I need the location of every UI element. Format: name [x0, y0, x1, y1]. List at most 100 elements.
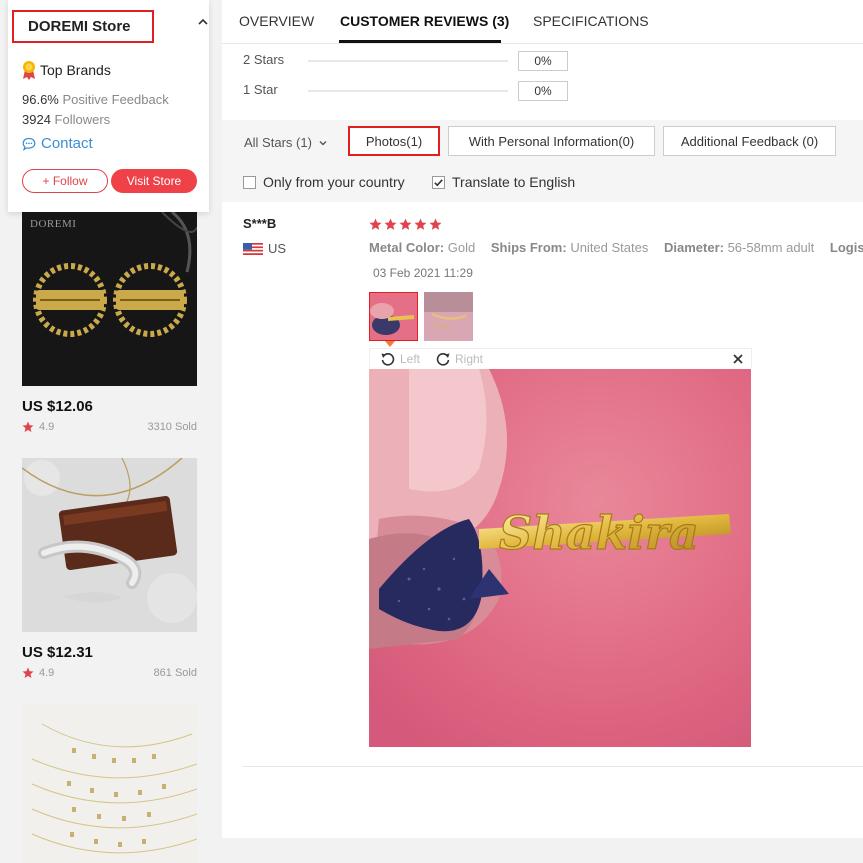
- star-breakdown-label: 1 Star: [243, 82, 278, 97]
- personal-info-filter-button[interactable]: With Personal Information(0): [448, 126, 655, 156]
- chevron-down-icon: [319, 140, 327, 145]
- star-icon: [22, 667, 34, 678]
- store-sidebar: DOREMI Store Top Brands 96.6% Positive F…: [0, 0, 210, 863]
- contact-link[interactable]: Contact: [22, 135, 93, 152]
- rotate-right-button[interactable]: Right: [435, 351, 483, 367]
- only-country-label: Only from your country: [263, 174, 405, 190]
- product-card[interactable]: [22, 704, 197, 863]
- star-breakdown-bar: [308, 60, 508, 62]
- checkbox-checked-icon[interactable]: [432, 175, 445, 189]
- visit-store-button[interactable]: Visit Store: [111, 169, 197, 193]
- thumbnail-image: [424, 292, 473, 341]
- product-detail-panel: OVERVIEW CUSTOMER REVIEWS (3) SPECIFICAT…: [222, 0, 863, 838]
- product-image[interactable]: DOREMI: [22, 212, 197, 386]
- close-icon[interactable]: [732, 353, 744, 365]
- additional-feedback-filter-button[interactable]: Additional Feedback (0): [663, 126, 836, 156]
- attr-value: Gold: [447, 240, 476, 255]
- product-price: US $12.06: [22, 398, 93, 415]
- translate-checkbox[interactable]: Translate to English: [432, 174, 575, 190]
- star-icon: [369, 218, 382, 230]
- product-sold: 3310 Sold: [147, 421, 197, 433]
- tab-bar: OVERVIEW CUSTOMER REVIEWS (3) SPECIFICAT…: [222, 0, 863, 44]
- review-filters: All Stars (1) Photos(1) With Personal In…: [222, 120, 863, 202]
- product-image[interactable]: [22, 704, 197, 863]
- followers-count: 3924 Followers: [22, 112, 110, 127]
- image-watermark: DOREMI: [30, 218, 77, 230]
- medal-icon: [23, 61, 35, 80]
- product-rating: 4.9: [22, 667, 54, 679]
- tab-overview[interactable]: OVERVIEW: [239, 13, 314, 29]
- name-bracelet-photo: Shakira: [369, 369, 751, 747]
- photo-viewer-toolbar: Left Right: [369, 348, 752, 368]
- star-breakdown-percent: 0%: [518, 51, 568, 71]
- product-card[interactable]: US $12.31 4.9 861 Sold: [22, 458, 197, 679]
- attr-key: Ships From:: [490, 240, 567, 255]
- reviewer-country: US: [243, 241, 286, 256]
- product-image[interactable]: [22, 458, 197, 632]
- followers-label: Followers: [54, 112, 111, 127]
- translate-label: Translate to English: [452, 174, 576, 190]
- contact-label: Contact: [41, 135, 93, 152]
- review-photo-thumbnail[interactable]: [369, 292, 418, 341]
- photos-filter-button[interactable]: Photos(1): [348, 126, 440, 156]
- star-icon: [429, 218, 442, 230]
- attr-key: Logisti: [829, 240, 863, 255]
- chat-icon: [22, 137, 36, 151]
- rotate-right-label: Right: [455, 352, 484, 366]
- page-root: DOREMI Store Top Brands 96.6% Positive F…: [0, 0, 863, 863]
- chevron-up-icon[interactable]: [196, 15, 210, 29]
- top-brands-badge: Top Brands: [22, 60, 111, 80]
- tab-customer-reviews[interactable]: CUSTOMER REVIEWS (3): [340, 13, 509, 29]
- product-meta: 4.9 3310 Sold: [22, 421, 197, 433]
- review-photo-thumbnail[interactable]: [424, 292, 473, 341]
- checkbox-unchecked[interactable]: [243, 175, 256, 189]
- hoop-earrings-image: [22, 212, 197, 386]
- only-country-checkbox[interactable]: Only from your country: [243, 174, 405, 190]
- country-code: US: [268, 241, 287, 256]
- store-name[interactable]: DOREMI Store: [12, 10, 154, 43]
- rotate-left-label: Left: [400, 352, 421, 366]
- attr-key: Diameter:: [663, 240, 724, 255]
- review-star-rating: [369, 218, 442, 231]
- positive-feedback: 96.6% Positive Feedback: [22, 92, 169, 107]
- star-icon: [384, 218, 397, 230]
- followers-value: 3924: [22, 112, 51, 127]
- store-card: DOREMI Store Top Brands 96.6% Positive F…: [8, 0, 209, 212]
- star-icon: [414, 218, 427, 230]
- attr-value: 56-58mm adult: [727, 240, 815, 255]
- letter-necklaces-image: [22, 704, 197, 863]
- star-breakdown-percent: 0%: [518, 81, 568, 101]
- star-icon: [22, 421, 34, 432]
- star-icon: [399, 218, 412, 230]
- product-price: US $12.31: [22, 644, 93, 661]
- tab-specifications[interactable]: SPECIFICATIONS: [533, 13, 649, 29]
- positive-feedback-label: Positive Feedback: [62, 92, 169, 107]
- all-stars-label: All Stars (1): [244, 135, 312, 150]
- star-breakdown-bar: [308, 90, 508, 92]
- top-brands-label: Top Brands: [40, 62, 111, 78]
- attr-value: United States: [570, 240, 649, 255]
- product-sold: 861 Sold: [153, 667, 197, 679]
- active-tab-indicator: [339, 40, 501, 43]
- selected-thumbnail-pointer: [385, 341, 395, 347]
- product-rating-value: 4.9: [39, 421, 55, 433]
- rotate-left-button[interactable]: Left: [380, 351, 420, 367]
- product-meta: 4.9 861 Sold: [22, 667, 197, 679]
- star-breakdown-label: 2 Stars: [243, 52, 285, 67]
- product-rating: 4.9: [22, 421, 54, 433]
- review-attributes: Metal Color: Gold Ships From: United Sta…: [369, 240, 863, 255]
- all-stars-dropdown[interactable]: All Stars (1): [244, 135, 328, 150]
- review-date: 03 Feb 2021 11:29: [373, 266, 473, 280]
- rotate-right-icon: [436, 353, 450, 366]
- review-photo-large[interactable]: Shakira: [369, 369, 751, 747]
- follow-button[interactable]: + Follow: [22, 169, 108, 193]
- attr-key: Metal Color:: [369, 240, 445, 255]
- product-card[interactable]: DOREMI US $12.06 4.9 3310 Sold: [22, 212, 197, 433]
- review-divider: [242, 766, 863, 767]
- rotate-left-icon: [381, 353, 395, 366]
- thumbnail-image: [370, 293, 417, 340]
- product-rating-value: 4.9: [39, 667, 55, 679]
- positive-feedback-value: 96.6%: [22, 92, 59, 107]
- reviewer-name: S***B: [243, 216, 277, 231]
- name-necklace-image: [22, 458, 197, 632]
